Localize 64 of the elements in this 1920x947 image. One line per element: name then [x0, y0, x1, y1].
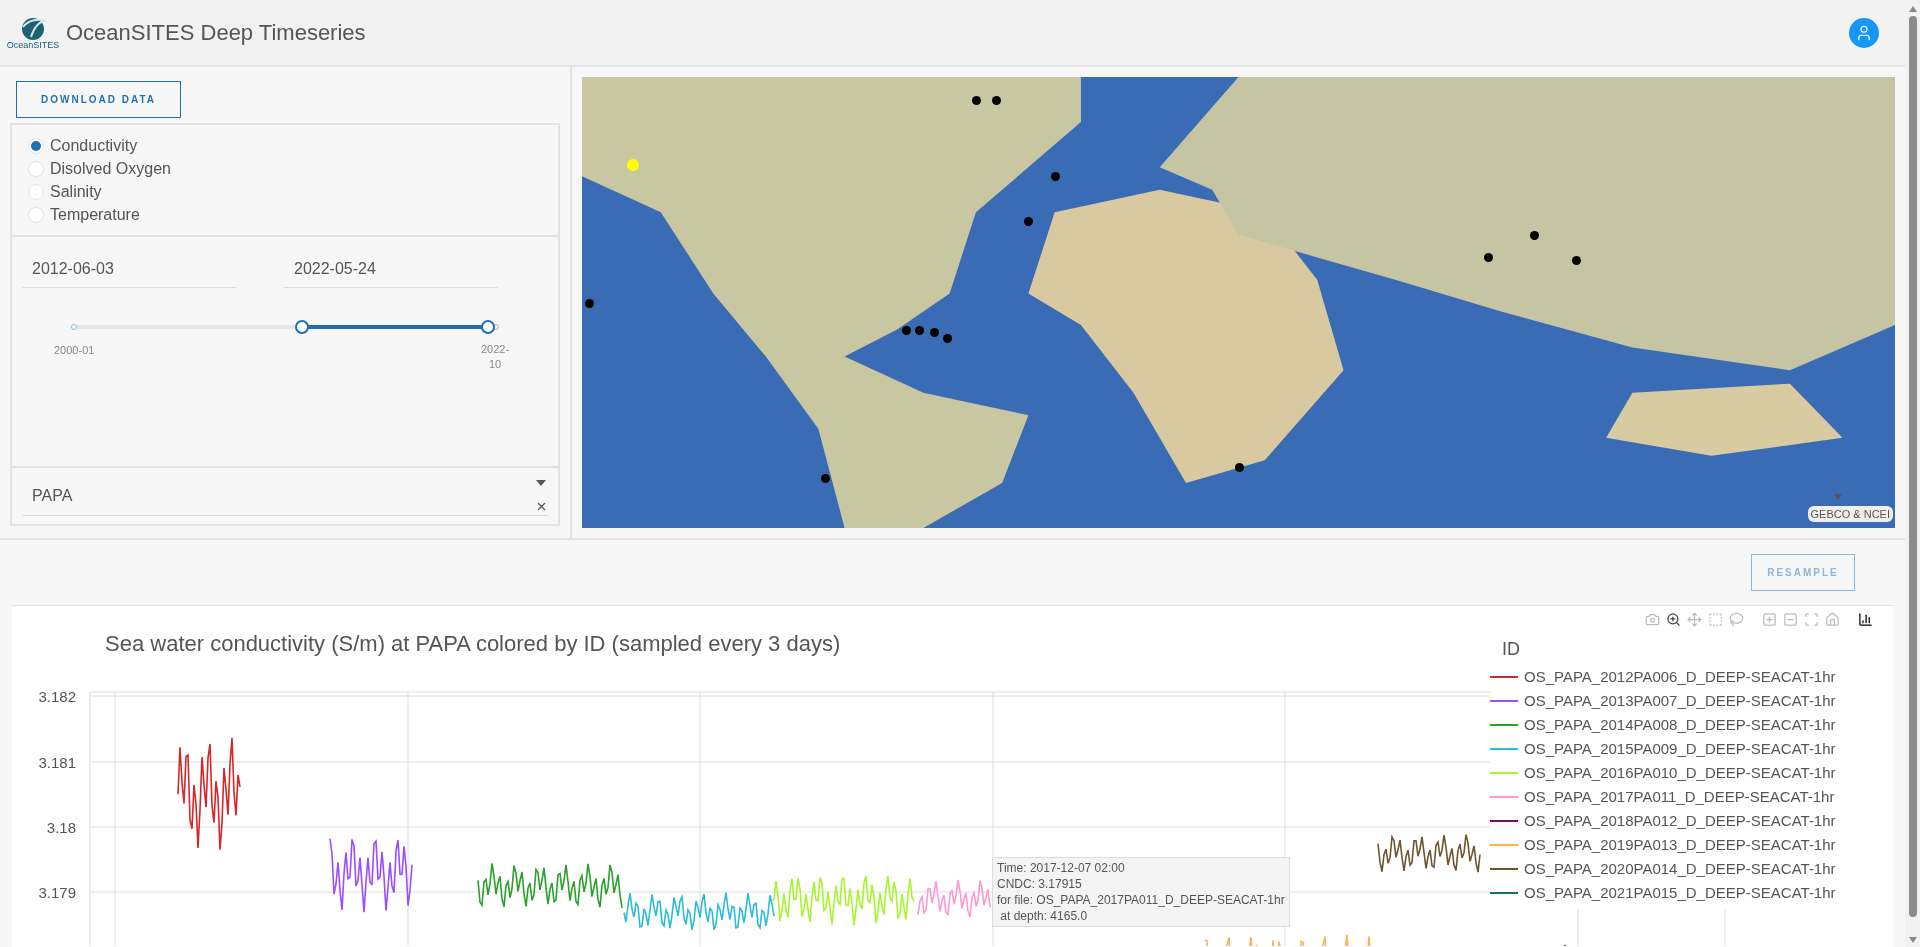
map-marker[interactable]: [971, 95, 981, 105]
logo-text: OceanSITES: [6, 41, 60, 50]
map-marker[interactable]: [1529, 230, 1539, 240]
end-date-field[interactable]: 2022-05-24: [284, 251, 498, 288]
tooltip-line: Time: 2017-12-07 02:00: [997, 860, 1126, 876]
slider-min-label: 2000-01: [54, 343, 95, 358]
map-marker[interactable]: [943, 333, 952, 343]
tooltip-line: at depth: 4165.0: [999, 908, 1089, 924]
y-tick-label: 3.18: [46, 819, 76, 836]
zoom-icon[interactable]: [1666, 612, 1681, 627]
variable-radio[interactable]: Salinity: [28, 181, 542, 202]
map-marker[interactable]: [902, 325, 912, 335]
globe-icon: [19, 15, 47, 41]
legend-item[interactable]: OS_PAPA_2020PA014_D_DEEP-SEACAT-1hr: [1490, 857, 1836, 881]
caret-icon: [536, 480, 546, 486]
map-marker[interactable]: [1024, 217, 1034, 227]
legend-item[interactable]: OS_PAPA_2019PA013_D_DEEP-SEACAT-1hr: [1490, 833, 1836, 857]
map[interactable]: GEBCO & NCEI: [582, 77, 1895, 528]
start-date-field[interactable]: 2012-06-03: [22, 251, 236, 288]
slider-max-label: 2022-10: [479, 342, 511, 372]
download-data-button[interactable]: DOWNLOAD DATA: [16, 81, 181, 118]
map-marker[interactable]: [929, 328, 939, 338]
user-avatar[interactable]: [1849, 17, 1879, 48]
map-marker[interactable]: [991, 95, 1001, 105]
legend-title: ID: [1502, 638, 1521, 661]
variable-radio[interactable]: Temperature: [28, 204, 542, 225]
triangle-icon: [1834, 494, 1842, 500]
scroll-up-icon: [1908, 6, 1917, 12]
map-marker[interactable]: [820, 474, 830, 484]
chart-logo-icon[interactable]: [1858, 612, 1873, 627]
y-tick-label: 3.182: [38, 688, 76, 705]
y-tick-label: 3.179: [38, 884, 76, 901]
radio-circle: [28, 137, 44, 154]
logo[interactable]: OceanSITES: [8, 15, 58, 50]
legend-item[interactable]: OS_PAPA_2016PA010_D_DEEP-SEACAT-1hr: [1490, 761, 1836, 785]
legend-item[interactable]: OS_PAPA_2013PA007_D_DEEP-SEACAT-1hr: [1490, 689, 1836, 713]
range-slider[interactable]: [70, 320, 500, 334]
legend-item[interactable]: OS_PAPA_2014PA008_D_DEEP-SEACAT-1hr: [1490, 713, 1836, 737]
map-marker[interactable]: [1050, 172, 1060, 182]
app-title: OceanSITES Deep Timeseries: [66, 19, 366, 47]
legend-item[interactable]: OS_PAPA_2018PA012_D_DEEP-SEACAT-1hr: [1490, 809, 1836, 833]
slider-thumb[interactable]: [480, 320, 495, 334]
tooltip-line: CNDC: 3.17915: [997, 876, 1083, 892]
y-tick-label: 3.181: [38, 754, 76, 771]
legend-item[interactable]: OS_PAPA_2021PA015_D_DEEP-SEACAT-1hr: [1490, 881, 1836, 905]
chart-title: Sea water conductivity (S/m) at PAPA colored by ID (sampled every 3 days): [105, 631, 841, 656]
map-marker[interactable]: [915, 325, 925, 335]
map-marker[interactable]: [584, 298, 594, 308]
scroll-down-icon: [1908, 937, 1917, 943]
slider-thumb[interactable]: [294, 320, 309, 334]
clear-icon[interactable]: [537, 502, 546, 511]
tooltip-line: for file: OS_PAPA_2017PA011_D_DEEP-SEACAT-1hr: [997, 892, 1285, 908]
map-marker[interactable]: [1483, 253, 1493, 263]
scrollbar-thumb[interactable]: [1908, 16, 1917, 917]
map-marker[interactable]: [1571, 255, 1581, 265]
map-marker[interactable]: [1234, 463, 1244, 473]
user-icon: [1855, 23, 1873, 42]
variable-radio[interactable]: Conductivity: [28, 135, 542, 156]
variable-radio[interactable]: Disolved Oxygen: [28, 158, 542, 179]
scrollbar[interactable]: [1905, 0, 1920, 947]
legend-item[interactable]: OS_PAPA_2017PA011_D_DEEP-SEACAT-1hr: [1490, 785, 1836, 809]
legend-item[interactable]: OS_PAPA_2015PA009_D_DEEP-SEACAT-1hr: [1490, 737, 1836, 761]
legend-item[interactable]: OS_PAPA_2012PA006_D_DEEP-SEACAT-1hr: [1490, 665, 1836, 689]
site-select[interactable]: PAPA: [22, 476, 548, 516]
